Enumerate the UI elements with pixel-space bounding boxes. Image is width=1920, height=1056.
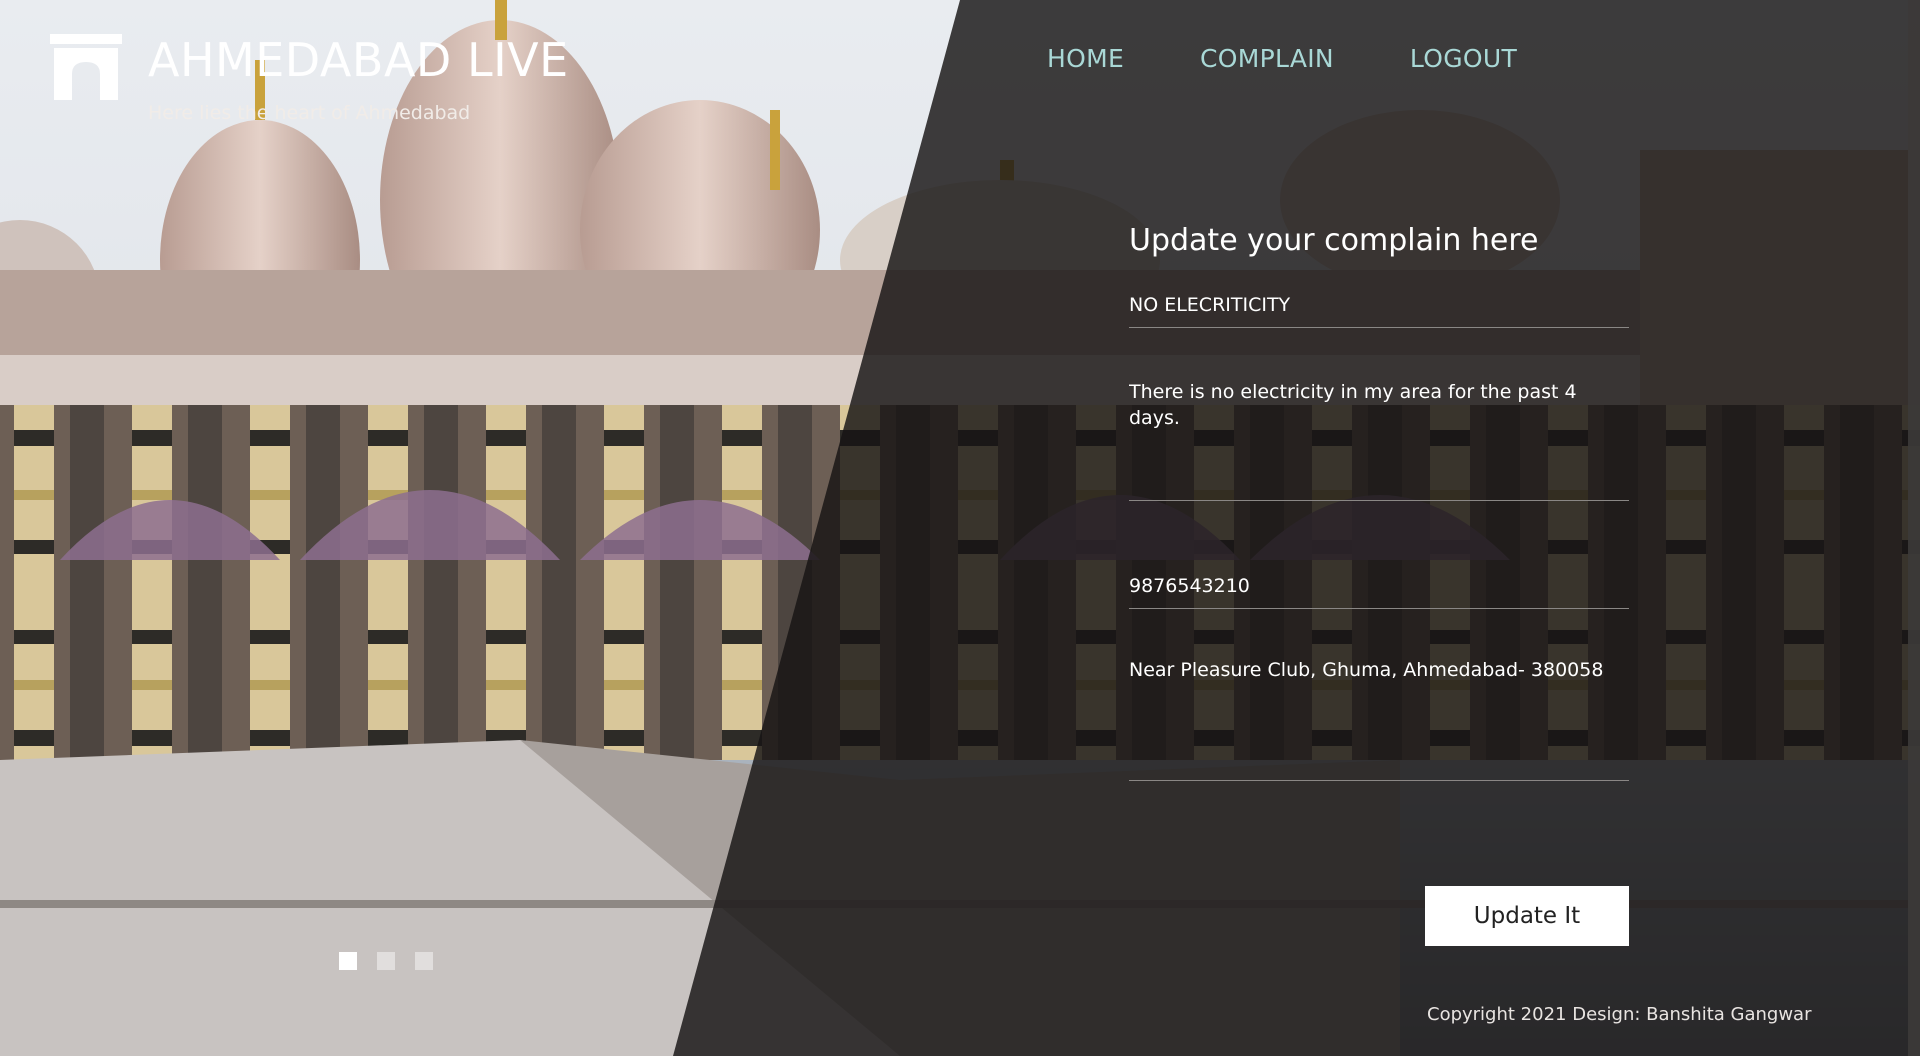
brand[interactable]: AHMEDABAD LIVE Here lies the heart of Ah… bbox=[50, 30, 569, 124]
copyright-text: Copyright 2021 Design: Banshita Gangwar bbox=[1427, 1004, 1812, 1025]
slider-dot[interactable] bbox=[415, 952, 433, 970]
site-title: AHMEDABAD LIVE bbox=[148, 33, 569, 87]
update-it-button[interactable]: Update It bbox=[1425, 886, 1629, 946]
main-nav: HOME COMPLAIN LOGOUT bbox=[1047, 44, 1593, 73]
slider-dot[interactable] bbox=[339, 952, 357, 970]
nav-home-link[interactable]: HOME bbox=[1047, 44, 1124, 73]
nav-complain-link[interactable]: COMPLAIN bbox=[1200, 44, 1334, 73]
complain-description-textarea[interactable]: There is no electricity in my area for t… bbox=[1129, 375, 1629, 501]
gate-icon bbox=[50, 34, 122, 100]
scrollbar[interactable] bbox=[1908, 0, 1920, 1056]
complain-title-input[interactable] bbox=[1129, 292, 1629, 328]
update-complain-form: Update your complain here There is no el… bbox=[1129, 220, 1629, 781]
slider-dots bbox=[339, 952, 453, 970]
form-heading: Update your complain here bbox=[1129, 223, 1539, 258]
address-textarea[interactable]: Near Pleasure Club, Ghuma, Ahmedabad- 38… bbox=[1129, 655, 1629, 781]
slider-dot[interactable] bbox=[377, 952, 395, 970]
nav-logout-link[interactable]: LOGOUT bbox=[1410, 44, 1517, 73]
site-tagline: Here lies the heart of Ahmedabad bbox=[148, 102, 471, 124]
phone-input[interactable] bbox=[1129, 573, 1629, 609]
